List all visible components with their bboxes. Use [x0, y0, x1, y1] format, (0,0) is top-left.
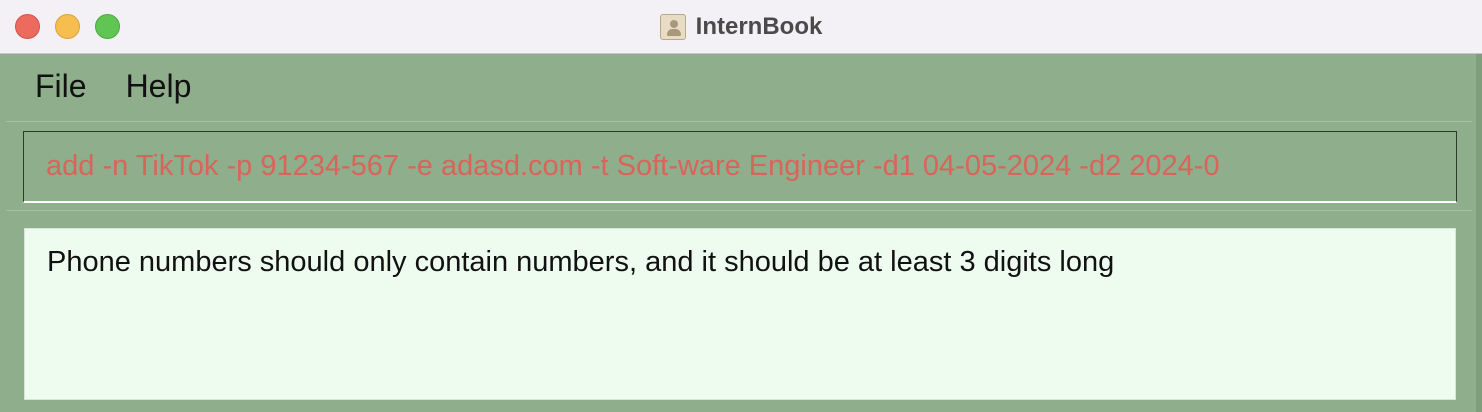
- menu-file[interactable]: File: [35, 68, 87, 105]
- window-title-group: InternBook: [0, 0, 1482, 54]
- window-title: InternBook: [695, 13, 823, 40]
- command-input[interactable]: add -n TikTok -p 91234-567 -e adasd.com …: [23, 131, 1457, 203]
- result-display[interactable]: Phone numbers should only contain number…: [24, 228, 1456, 400]
- menu-help[interactable]: Help: [126, 68, 192, 105]
- window-edge: [1476, 54, 1482, 412]
- result-display-panel: Phone numbers should only contain number…: [6, 216, 1472, 406]
- title-bar[interactable]: InternBook: [0, 0, 1482, 54]
- result-message: Phone numbers should only contain number…: [47, 246, 1115, 278]
- menu-bar: File Help: [0, 54, 1482, 118]
- app-window: InternBook File Help add -n TikTok -p 91…: [0, 0, 1482, 412]
- address-book-icon: [659, 14, 686, 40]
- command-box-panel: add -n TikTok -p 91234-567 -e adasd.com …: [6, 121, 1472, 211]
